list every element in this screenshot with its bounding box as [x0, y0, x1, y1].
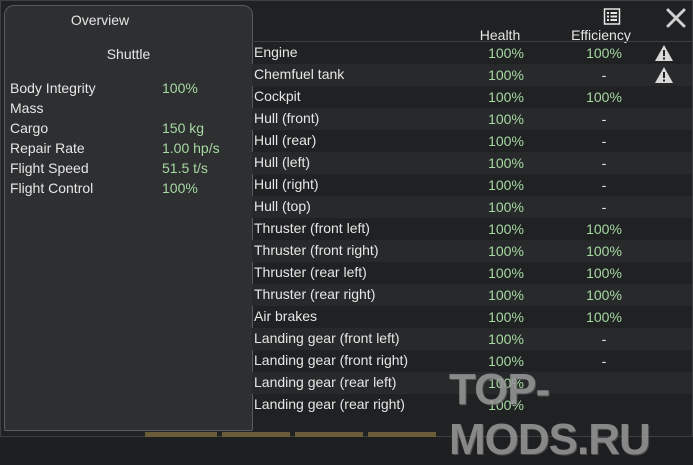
ship-info-window: Overview Shuttle Body Integrity 100% Mas…	[0, 0, 693, 464]
stat-label-repair-rate: Repair Rate	[10, 140, 85, 156]
component-name: Cockpit	[254, 88, 301, 104]
component-health: 100%	[488, 265, 524, 281]
stat-value-flight-speed: 51.5 t/s	[162, 160, 208, 176]
component-name: Thruster (rear left)	[254, 264, 367, 280]
table-row[interactable]: Thruster (front right) 100% 100%	[252, 240, 692, 262]
vehicle-name: Shuttle	[106, 46, 151, 62]
stat-value-body-integrity: 100%	[162, 80, 198, 96]
table-row[interactable]: Hull (left) 100% -	[252, 152, 692, 174]
table-row[interactable]: Cockpit 100% 100%	[252, 86, 692, 108]
component-name: Thruster (front left)	[254, 220, 370, 236]
table-row[interactable]: Air brakes 100% 100%	[252, 306, 692, 328]
component-name: Engine	[254, 44, 298, 60]
table-row[interactable]: Thruster (rear left) 100% 100%	[252, 262, 692, 284]
table-row[interactable]: Hull (rear) 100% -	[252, 130, 692, 152]
table-row[interactable]: Engine 100% 100%	[252, 42, 692, 64]
component-name: Air brakes	[254, 308, 318, 324]
stat-label-mass: Mass	[10, 100, 44, 116]
table-row[interactable]: Thruster (front left) 100% 100%	[252, 218, 692, 240]
stat-value-flight-control: 100%	[162, 180, 198, 196]
component-health: 100%	[488, 133, 524, 149]
warning-icon[interactable]	[654, 66, 674, 84]
component-efficiency: -	[601, 155, 607, 171]
component-name: Hull (rear)	[254, 132, 317, 148]
component-health: 100%	[488, 331, 524, 347]
component-health: 100%	[488, 199, 524, 215]
component-name: Landing gear (rear left)	[254, 374, 397, 390]
component-name: Thruster (front right)	[254, 242, 379, 258]
bottom-bar	[140, 432, 440, 437]
component-name: Landing gear (front left)	[254, 330, 400, 346]
component-efficiency: 100%	[586, 309, 622, 325]
component-efficiency: -	[601, 177, 607, 193]
stat-label-flight-control: Flight Control	[10, 180, 94, 196]
component-name: Chemfuel tank	[254, 66, 345, 82]
tab-overview[interactable]: Overview	[4, 5, 253, 36]
component-health: 100%	[488, 287, 524, 303]
component-efficiency: -	[601, 133, 607, 149]
component-efficiency: 100%	[586, 45, 622, 61]
table-row[interactable]: Chemfuel tank 100% -	[252, 64, 692, 86]
component-efficiency: 100%	[586, 287, 622, 303]
tab-overview-label: Overview	[70, 12, 130, 28]
component-efficiency: 100%	[586, 243, 622, 259]
component-health: 100%	[488, 67, 524, 83]
component-health: 100%	[488, 89, 524, 105]
table-row[interactable]: Thruster (rear right) 100% 100%	[252, 284, 692, 306]
overview-panel: Shuttle Body Integrity 100% Mass Cargo 1…	[4, 34, 253, 431]
component-health: 100%	[488, 155, 524, 171]
component-efficiency: -	[601, 111, 607, 127]
stat-label-cargo: Cargo	[10, 120, 49, 136]
component-efficiency: -	[601, 199, 607, 215]
stat-value-repair-rate: 1.00 hp/s	[162, 140, 220, 156]
component-efficiency: 100%	[586, 89, 622, 105]
warning-icon[interactable]	[654, 44, 674, 62]
table-row[interactable]: Hull (right) 100% -	[252, 174, 692, 196]
component-name: Landing gear (front right)	[254, 352, 409, 368]
component-name: Hull (top)	[254, 198, 311, 214]
component-efficiency: -	[601, 67, 607, 83]
component-name: Hull (right)	[254, 176, 319, 192]
component-health: 100%	[488, 309, 524, 325]
component-name: Hull (left)	[254, 154, 311, 170]
component-efficiency: 100%	[586, 265, 622, 281]
component-name: Hull (front)	[254, 110, 320, 126]
component-efficiency: -	[601, 331, 607, 347]
component-health: 100%	[488, 221, 524, 237]
stat-label-body-integrity: Body Integrity	[10, 80, 96, 96]
component-health: 100%	[488, 177, 524, 193]
component-health: 100%	[488, 111, 524, 127]
stat-value-cargo: 150 kg	[162, 120, 205, 136]
component-health: 100%	[488, 243, 524, 259]
component-efficiency: 100%	[586, 221, 622, 237]
stat-label-flight-speed: Flight Speed	[10, 160, 89, 176]
document-list-icon[interactable]	[603, 8, 621, 25]
table-row[interactable]: Landing gear (front left) 100% -	[252, 328, 692, 350]
table-row[interactable]: Hull (front) 100% -	[252, 108, 692, 130]
component-health: 100%	[488, 45, 524, 61]
watermark: TOP-MODS.RU	[449, 365, 651, 464]
table-row[interactable]: Hull (top) 100% -	[252, 196, 692, 218]
component-name: Landing gear (rear right)	[254, 396, 405, 412]
close-icon[interactable]	[665, 7, 687, 29]
component-name: Thruster (rear right)	[254, 286, 376, 302]
